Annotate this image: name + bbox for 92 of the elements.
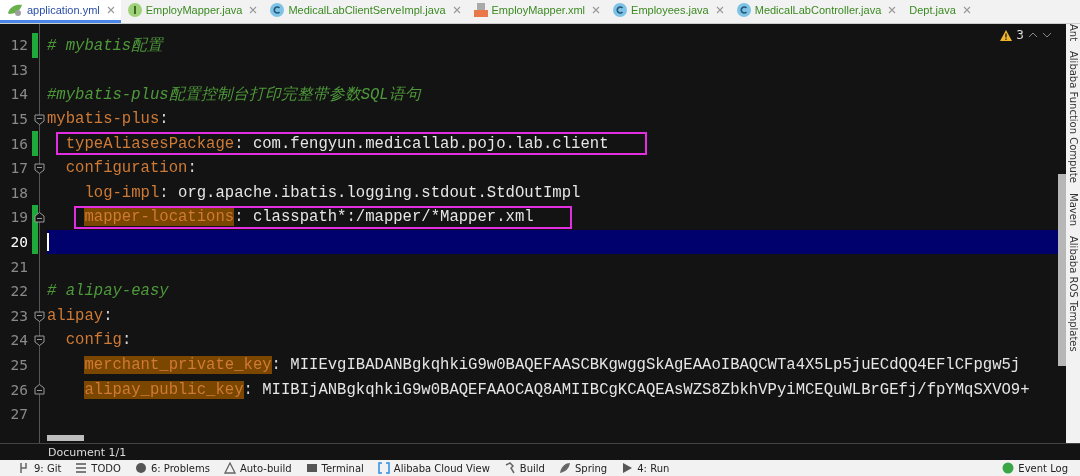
line-number: 12 bbox=[9, 37, 28, 54]
editor-tab[interactable]: MedicalLabController.java bbox=[729, 0, 903, 23]
editor-tab[interactable]: application.yml bbox=[0, 0, 121, 23]
line-number: 17 bbox=[9, 160, 28, 177]
fold-icon[interactable] bbox=[34, 113, 45, 125]
text-cursor bbox=[47, 233, 49, 252]
tool-window-tab[interactable]: Alibaba ROS Templates bbox=[1067, 236, 1079, 352]
yaml-key: alipay bbox=[47, 306, 104, 325]
line-number: 16 bbox=[9, 135, 28, 152]
list-icon bbox=[75, 462, 88, 474]
up-icon[interactable] bbox=[1028, 31, 1038, 39]
yaml-key: config bbox=[65, 331, 122, 350]
tool-window-button[interactable]: Auto-build bbox=[223, 462, 292, 474]
colon: : bbox=[159, 110, 169, 129]
tool-window-button[interactable]: Build bbox=[503, 462, 545, 474]
event-log-button[interactable]: Event Log bbox=[1002, 462, 1068, 474]
fold-icon[interactable] bbox=[34, 310, 45, 322]
play-icon bbox=[621, 462, 634, 474]
scrollbar[interactable] bbox=[1058, 174, 1066, 366]
breadcrumb: Document 1/1 bbox=[48, 445, 127, 459]
line-number: 13 bbox=[9, 61, 28, 78]
warning-icon[interactable] bbox=[1000, 29, 1013, 41]
line-number: 15 bbox=[9, 111, 28, 128]
xml-file-icon bbox=[473, 3, 488, 17]
colon: : bbox=[121, 331, 132, 350]
interface-icon bbox=[127, 3, 142, 17]
yaml-key: log-impl bbox=[84, 183, 160, 202]
line-number: 21 bbox=[9, 258, 28, 275]
yaml-key: mapper-locations bbox=[84, 208, 235, 227]
tool-window-button[interactable]: 6: Problems bbox=[134, 462, 210, 474]
yaml-value: : MIIBIjANBgkqhkiG9w0BAQEFAAOCAQ8AMIIBCgKCAQEAsWZS8ZbkhVPyiMCEQuWLBrGEfj/fpYMqSXVO9+ bbox=[243, 380, 1030, 399]
yaml-value: : MIIEvgIBADANBgkqhkiG9w0BAQEFAASCBKgwggSkAgEAAoIBAQCWTa4X5Lp5juECdQQ4EFlCFpgw5j bbox=[271, 356, 1021, 374]
tool-window-button[interactable]: Terminal bbox=[305, 462, 364, 474]
close-icon[interactable] bbox=[452, 6, 461, 14]
close-icon[interactable] bbox=[888, 6, 897, 14]
line-number: 22 bbox=[9, 283, 28, 300]
scrollbar[interactable] bbox=[47, 435, 84, 441]
yaml-value: : org.apache.ibatis.logging.stdout.StdOutImpl bbox=[159, 183, 581, 202]
line-number: 18 bbox=[9, 184, 28, 201]
close-icon[interactable] bbox=[249, 6, 258, 14]
fold-icon[interactable] bbox=[34, 384, 45, 396]
terminal-icon bbox=[305, 462, 318, 474]
close-icon[interactable] bbox=[715, 6, 724, 14]
fold-icon[interactable] bbox=[34, 335, 45, 347]
line-number: 20 bbox=[9, 234, 28, 251]
yaml-key: typeAliasesPackage bbox=[65, 134, 235, 153]
yaml-key: mybatis-plus bbox=[47, 110, 160, 129]
editor-tab[interactable]: Employees.java bbox=[606, 0, 730, 23]
close-icon[interactable] bbox=[962, 6, 971, 14]
close-icon[interactable] bbox=[106, 6, 115, 14]
tool-window-button[interactable]: 4: Run bbox=[621, 462, 670, 474]
line-number: 19 bbox=[9, 209, 28, 226]
down-icon[interactable] bbox=[1042, 31, 1052, 39]
bracket-icon bbox=[377, 462, 390, 474]
tool-window-button[interactable]: TODO bbox=[75, 462, 121, 474]
close-icon[interactable] bbox=[592, 6, 601, 14]
line-number: 23 bbox=[9, 307, 28, 324]
tool-window-tab[interactable]: Alibaba Function Compute bbox=[1067, 51, 1079, 183]
code-comment: #mybatis-plus配置控制台打印完整带参数SQL语句 bbox=[47, 85, 421, 105]
colon: : bbox=[187, 159, 197, 178]
class-icon bbox=[736, 3, 751, 17]
line-number: 14 bbox=[9, 86, 28, 103]
yaml-key: merchant_private_key bbox=[84, 356, 272, 374]
yaml-value: : com.fengyun.medicallab.pojo.lab.client bbox=[234, 134, 609, 153]
editor-tab[interactable]: EmployMapper.xml bbox=[466, 0, 607, 23]
code-comment: # alipay-easy bbox=[47, 282, 169, 301]
fold-icon[interactable] bbox=[34, 162, 45, 174]
line-number: 26 bbox=[9, 381, 28, 398]
warning-icon bbox=[223, 462, 236, 474]
colon: : bbox=[103, 306, 113, 325]
yaml-key: configuration bbox=[65, 159, 188, 178]
line-number: 24 bbox=[9, 332, 28, 349]
tool-window-button[interactable]: 9: Git bbox=[18, 462, 62, 474]
class-icon bbox=[613, 3, 628, 17]
tool-window-button[interactable]: Alibaba Cloud View bbox=[377, 462, 490, 474]
tool-window-tab[interactable]: Maven bbox=[1067, 192, 1079, 227]
branch-icon bbox=[18, 462, 30, 474]
tool-window-button[interactable]: Spring bbox=[558, 462, 608, 474]
editor-tab[interactable]: MedicalLabClientServeImpl.java bbox=[263, 0, 467, 23]
editor-tab[interactable]: Dept.java bbox=[902, 0, 977, 23]
line-number: 27 bbox=[9, 406, 28, 423]
tool-window-tab[interactable]: Ant bbox=[1067, 24, 1079, 42]
class-icon bbox=[270, 3, 285, 17]
editor-tab[interactable]: EmployMapper.java bbox=[120, 0, 264, 23]
line-number: 25 bbox=[9, 357, 28, 373]
leaf-icon bbox=[7, 3, 23, 17]
warning-count: 3 bbox=[1016, 28, 1024, 42]
yaml-value: : classpath*:/mapper/*Mapper.xml bbox=[234, 208, 534, 227]
yaml-key: alipay_public_key bbox=[84, 380, 244, 399]
code-comment: # mybatis配置 bbox=[47, 35, 164, 56]
leaf-icon bbox=[558, 462, 571, 474]
fold-icon[interactable] bbox=[34, 212, 45, 224]
